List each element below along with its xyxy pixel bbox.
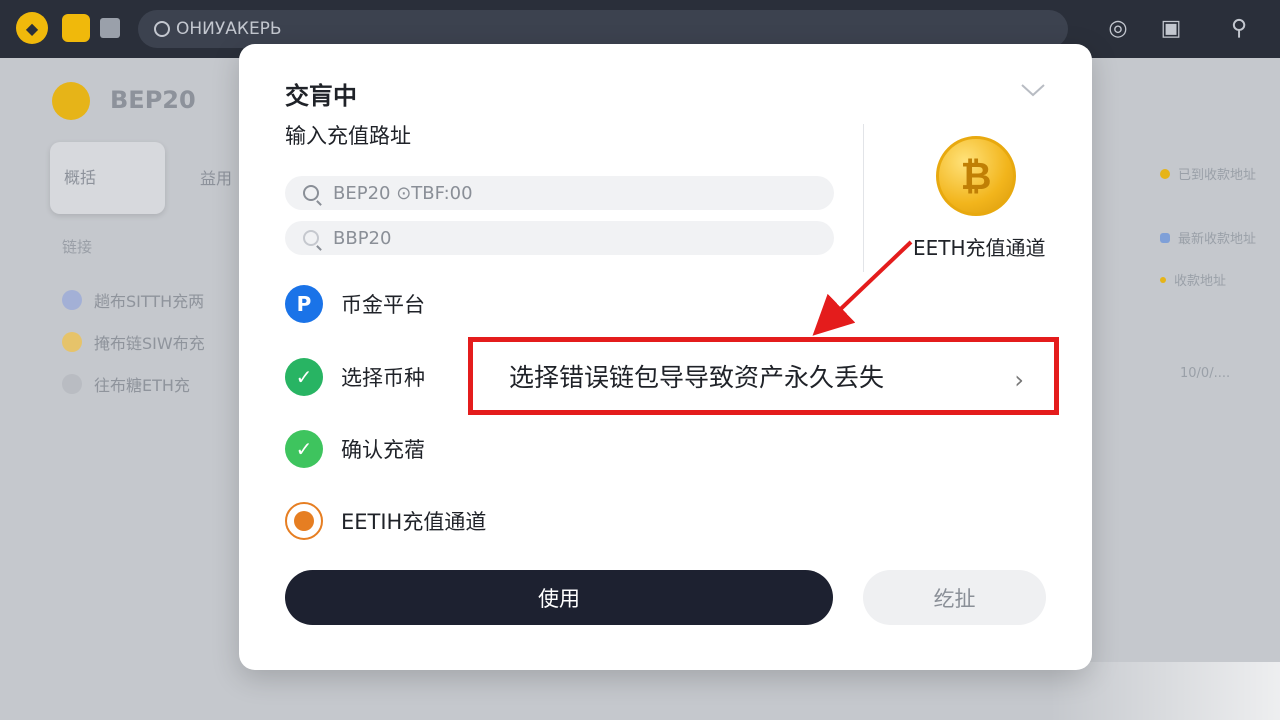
background-list-item[interactable]: 掩布链SIW布充 xyxy=(62,330,205,354)
check-circle-icon: ✓ xyxy=(285,358,323,396)
check-circle-icon: ✓ xyxy=(285,430,323,468)
deposit-modal: 交肓中 输入充值路址 BEP20 ⊙TBF:00 BBP20 P 币金平台 ✓ … xyxy=(239,44,1092,670)
background-right-item: 10/0/.... xyxy=(1180,366,1231,381)
search-icon xyxy=(303,185,319,201)
search-icon[interactable]: ⚲ xyxy=(1226,16,1252,42)
list-dot-icon xyxy=(62,332,82,352)
warning-text: 选择错误链包导导致资产永久丢失 xyxy=(509,363,885,392)
warning-box[interactable]: 选择错误链包导导致资产永久丢失 › xyxy=(468,337,1059,415)
eth-coin-icon xyxy=(285,502,323,540)
globe-icon[interactable]: ◎ xyxy=(1105,16,1131,42)
red-arrow-icon xyxy=(812,240,913,336)
chat-icon[interactable]: ▣ xyxy=(1158,16,1184,42)
option-platform[interactable]: P 币金平台 xyxy=(285,285,425,323)
top-search-text: ОНИУАКЕРЬ xyxy=(176,19,282,39)
p-badge-icon: P xyxy=(285,285,323,323)
list-dot-icon xyxy=(62,290,82,310)
secondary-button[interactable]: 纥扯 xyxy=(863,570,1046,625)
grid-icon[interactable] xyxy=(100,18,120,38)
background-tab-other[interactable]: 益用 xyxy=(200,165,232,189)
use-button[interactable]: 使用 xyxy=(285,570,833,625)
search-icon xyxy=(303,230,319,246)
option-select-coin[interactable]: ✓ 选择币种 xyxy=(285,358,425,396)
background-right-item: 最新收款地址 xyxy=(1160,228,1256,247)
background-label: 链接 xyxy=(62,238,93,256)
modal-title: 交肓中 xyxy=(285,82,357,110)
address-input-value: BEP20 ⊙TBF:00 xyxy=(333,182,473,204)
search-icon xyxy=(154,21,170,37)
chevron-down-icon[interactable] xyxy=(1019,80,1047,100)
home-icon[interactable] xyxy=(62,14,90,42)
logo-icon[interactable]: ◆ xyxy=(16,12,48,44)
background-title: BEP20 xyxy=(110,86,196,114)
list-dot-icon xyxy=(62,374,82,394)
bep20-coin-icon xyxy=(52,82,90,120)
address-input[interactable]: BEP20 ⊙TBF:00 xyxy=(285,176,834,210)
status-dot-icon xyxy=(1160,168,1170,179)
network-input-value: BBP20 xyxy=(333,227,392,249)
bitcoin-coin-icon: ₿ xyxy=(936,136,1016,216)
option-confirm[interactable]: ✓ 确认充蓿 xyxy=(285,430,425,468)
option-eth-channel[interactable]: EETIH充值通道 xyxy=(285,502,486,540)
top-search-input[interactable]: ОНИУАКЕРЬ xyxy=(138,10,1068,48)
background-right-item: 已到收款地址 xyxy=(1160,164,1256,183)
background-tab-active[interactable]: 概括 xyxy=(50,142,165,214)
background-list-item[interactable]: 往布糖ETH充 xyxy=(62,372,190,396)
background-list-item[interactable]: 趟布SITTH充两 xyxy=(62,288,204,312)
network-input[interactable]: BBP20 xyxy=(285,221,834,255)
doc-icon xyxy=(1160,232,1170,243)
status-dot-icon xyxy=(1160,276,1166,283)
chevron-right-icon: › xyxy=(1014,366,1024,394)
coin-label: EETH充值通道 xyxy=(913,236,1046,260)
background-right-item: 收款地址 xyxy=(1160,270,1226,289)
modal-subtitle: 输入充值路址 xyxy=(285,124,411,148)
watermark xyxy=(1050,662,1280,720)
